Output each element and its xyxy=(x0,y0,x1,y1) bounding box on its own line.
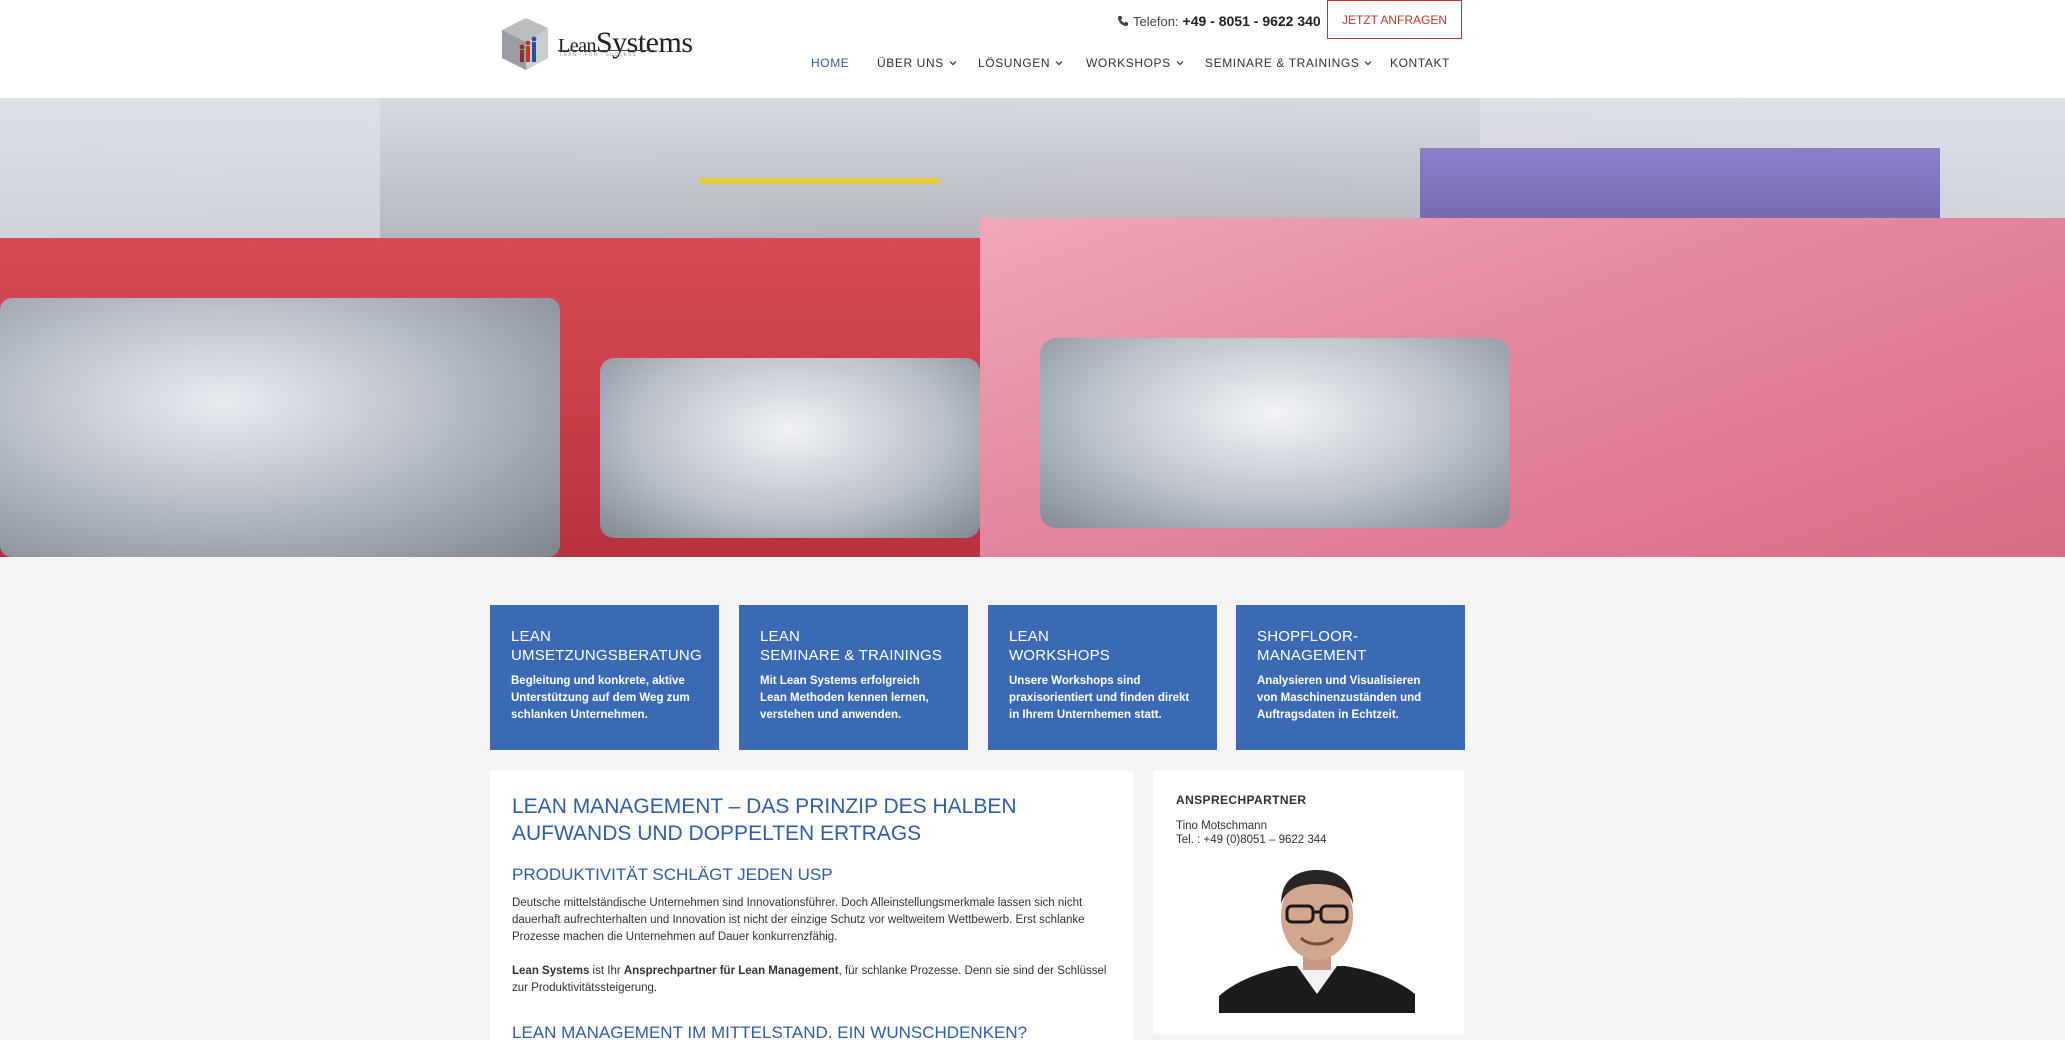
phone-info: Telefon: +49 - 8051 - 9622 340 xyxy=(1117,12,1321,30)
service-title: LEAN UMSETZUNGSBERATUNG xyxy=(511,628,702,664)
logo-underline xyxy=(558,50,654,51)
request-button[interactable]: JETZT ANFRAGEN xyxy=(1327,0,1462,39)
text: ist Ihr xyxy=(589,965,624,977)
nav-item-home[interactable]: HOME xyxy=(811,56,849,70)
nav-item-loesungen[interactable]: LÖSUNGEN xyxy=(978,56,1063,70)
nav-label: LÖSUNGEN xyxy=(978,56,1051,70)
nav-label: HOME xyxy=(811,56,850,70)
service-box-shopfloor[interactable]: SHOPFLOOR- MANAGEMENT Analysieren und Vi… xyxy=(1236,605,1465,750)
hero-metal-mold-center xyxy=(600,358,980,538)
contact-phone[interactable]: Tel. : +49 (0)8051 – 9622 344 xyxy=(1176,834,1441,846)
nav-label: KONTAKT xyxy=(1390,56,1450,70)
nav-item-ueber-uns[interactable]: ÜBER UNS xyxy=(877,56,957,70)
hero-machinery xyxy=(380,98,1480,238)
service-box-umsetzungsberatung[interactable]: LEAN UMSETZUNGSBERATUNG Begleitung und k… xyxy=(490,605,719,750)
nav-item-kontakt[interactable]: KONTAKT xyxy=(1390,56,1450,70)
service-text: Analysieren und Visualisieren von Maschi… xyxy=(1257,675,1422,721)
service-text: Mit Lean Systems erfolgreich Lean Method… xyxy=(760,675,929,721)
service-box-workshops[interactable]: LEAN WORKSHOPS Unsere Workshops sind pra… xyxy=(988,605,1217,750)
contact-sidebar: ANSPRECHPARTNER Tino Motschmann Tel. : +… xyxy=(1153,771,1464,1034)
chevron-down-icon xyxy=(949,61,957,66)
main-content: LEAN MANAGEMENT – DAS PRINZIP DES HALBEN… xyxy=(490,771,1133,1040)
section-heading: LEAN MANAGEMENT IM MITTELSTAND. EIN WUNS… xyxy=(512,1023,1028,1040)
service-title: LEAN SEMINARE & TRAININGS xyxy=(760,628,943,664)
contact-portrait xyxy=(1219,866,1415,1013)
nav-item-workshops[interactable]: WORKSHOPS xyxy=(1086,56,1184,70)
site-header: LeanSystems LEAN · FOR · SUCCESS Telefon… xyxy=(0,0,2065,98)
bold-text: Ansprechpartner für Lean Management xyxy=(623,965,839,977)
service-text: Unsere Workshops sind praxisorientiert u… xyxy=(1009,675,1190,721)
hero-metal-mold-right xyxy=(1040,338,1510,528)
hero-yellow-rail xyxy=(700,178,940,184)
service-box-seminare[interactable]: LEAN SEMINARE & TRAININGS Mit Lean Syste… xyxy=(739,605,968,750)
paragraph: Deutsche mittelständische Unternehmen si… xyxy=(512,897,1085,943)
hero-image xyxy=(0,98,2065,557)
phone-icon xyxy=(1118,16,1128,26)
phone-label: Telefon: xyxy=(1133,13,1179,29)
sidebar-title: ANSPRECHPARTNER xyxy=(1176,793,1307,807)
chevron-down-icon xyxy=(1365,61,1372,66)
service-text: Begleitung und konkrete, aktive Unterstü… xyxy=(511,675,690,721)
chevron-down-icon xyxy=(1176,61,1184,66)
nav-label: WORKSHOPS xyxy=(1086,56,1171,70)
section-heading: PRODUKTIVITÄT SCHLÄGT JEDEN USP xyxy=(512,865,833,884)
service-title: SHOPFLOOR- MANAGEMENT xyxy=(1257,628,1367,664)
nav-label: SEMINARE & TRAININGS xyxy=(1205,56,1360,70)
page-title: LEAN MANAGEMENT – DAS PRINZIP DES HALBEN… xyxy=(512,795,1017,845)
nav-label: ÜBER UNS xyxy=(877,56,944,70)
chevron-down-icon xyxy=(1055,61,1063,66)
service-title: LEAN WORKSHOPS xyxy=(1009,628,1110,664)
nav-item-seminare[interactable]: SEMINARE & TRAININGS xyxy=(1205,56,1372,70)
bold-text: Lean Systems xyxy=(512,965,590,977)
phone-number[interactable]: +49 - 8051 - 9622 340 xyxy=(1183,13,1321,29)
hero-metal-mold-left xyxy=(0,298,560,557)
paragraph: Lean Systems ist Ihr Ansprechpartner für… xyxy=(512,963,1111,997)
contact-name: Tino Motschmann xyxy=(1176,820,1267,832)
main-nav: HOME ÜBER UNS LÖSUNGEN WORKSHOPS SEMINAR… xyxy=(0,56,2065,76)
portrait-image xyxy=(1219,866,1415,1013)
